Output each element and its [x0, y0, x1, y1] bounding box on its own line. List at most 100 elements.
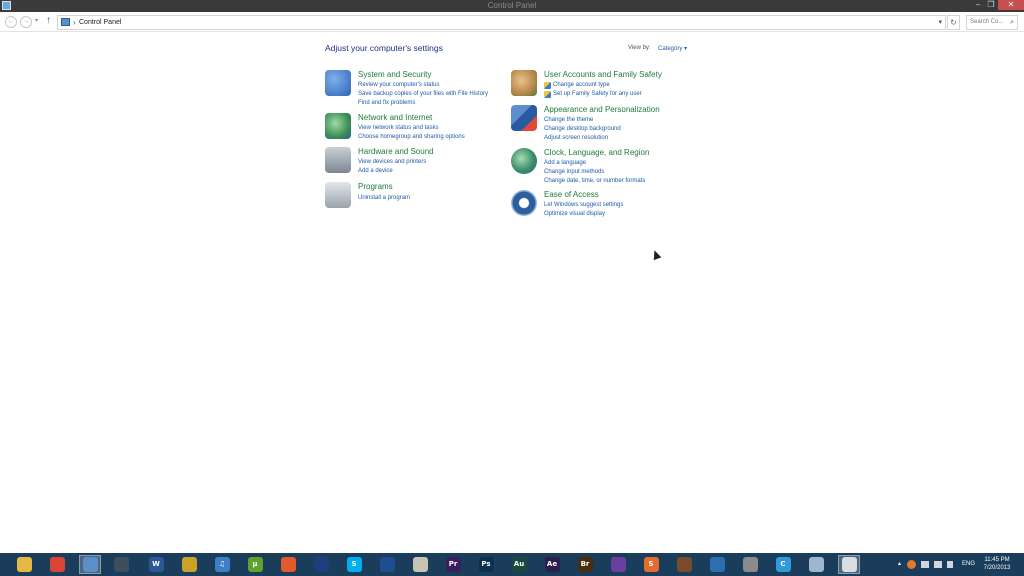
breadcrumb-separator[interactable]: › — [73, 16, 76, 29]
taskbar-app-app-orange[interactable] — [277, 555, 299, 574]
category-link[interactable]: Choose homegroup and sharing options — [358, 134, 465, 140]
category-link[interactable]: Adjust screen resolution — [544, 135, 608, 141]
taskbar-app-itunes[interactable]: ♫ — [211, 555, 233, 574]
taskbar-app-audition[interactable]: Au — [508, 555, 530, 574]
clock-globe-icon[interactable] — [511, 148, 537, 174]
address-bar[interactable]: › Control Panel ▾ — [57, 15, 946, 30]
notepad-icon — [808, 557, 824, 572]
taskbar-app-compass-app[interactable] — [409, 555, 431, 574]
taskbar-app-sublime[interactable]: S — [640, 555, 662, 574]
category-link[interactable]: Add a device — [358, 168, 393, 174]
users-icon[interactable] — [511, 70, 537, 96]
taskbar-app-chrome[interactable] — [46, 555, 68, 574]
category-link[interactable]: Change date, time, or number formats — [544, 178, 645, 184]
up-button[interactable]: ↑ — [46, 15, 51, 26]
breadcrumb-control-panel[interactable]: Control Panel — [79, 16, 121, 29]
recent-locations-dropdown[interactable]: ▾ — [35, 17, 38, 24]
category-link[interactable]: Change the theme — [544, 117, 593, 123]
window-title: Control Panel — [487, 1, 537, 10]
category-title[interactable]: System and Security — [358, 70, 431, 79]
taskbar-app-sketch-app[interactable] — [376, 555, 398, 574]
bridge-icon: Br — [577, 557, 593, 572]
category-link[interactable]: Change input methods — [544, 169, 604, 175]
taskbar-app-fl-studio[interactable] — [673, 555, 695, 574]
taskbar-app-window-app[interactable] — [838, 555, 860, 574]
ease-of-access-icon[interactable] — [511, 190, 537, 216]
tray-app-icon[interactable] — [907, 560, 916, 569]
category-link[interactable]: View devices and printers — [358, 159, 426, 165]
taskbar-app-file-explorer[interactable] — [13, 555, 35, 574]
page-title: Adjust your computer's settings — [325, 43, 443, 53]
taskbar-app-monitor-app[interactable] — [310, 555, 332, 574]
search-placeholder[interactable]: Search Co... — [970, 16, 1003, 29]
action-center-icon[interactable] — [921, 561, 929, 568]
taskbar-app-control-panel[interactable] — [79, 555, 101, 574]
view-by-dropdown[interactable]: Category ▾ — [658, 45, 687, 52]
equalizer-icon — [676, 557, 692, 572]
system-clock[interactable]: 11:45 PM 7/20/2013 — [982, 556, 1012, 572]
word-icon: W — [148, 557, 164, 572]
printer-speaker-icon[interactable] — [325, 147, 351, 173]
taskbar-app-photoshop[interactable]: Ps — [475, 555, 497, 574]
input-language[interactable]: ENG — [962, 553, 975, 576]
display-brush-icon[interactable] — [511, 105, 537, 131]
programs-icon[interactable] — [325, 182, 351, 208]
category-link[interactable]: View network status and tasks — [358, 125, 439, 131]
category-link[interactable]: Add a language — [544, 160, 586, 166]
taskbar-app-bridge[interactable]: Br — [574, 555, 596, 574]
back-button[interactable]: ← — [5, 16, 17, 28]
close-button[interactable]: ✕ — [998, 0, 1024, 10]
taskbar-app-butterfly-app[interactable] — [706, 555, 728, 574]
purple-app-icon — [610, 557, 626, 572]
pen-icon — [379, 557, 395, 572]
taskbar-app-premiere[interactable]: Pr — [442, 555, 464, 574]
category-link[interactable]: Uninstall a program — [358, 195, 410, 201]
chrome-icon — [49, 557, 65, 572]
category-title[interactable]: Hardware and Sound — [358, 147, 434, 156]
taskbar-app-steam[interactable] — [110, 555, 132, 574]
minimize-button[interactable]: – — [972, 0, 984, 10]
search-box[interactable]: Search Co... ⌕ — [966, 15, 1018, 30]
taskbar-app-calculator[interactable] — [178, 555, 200, 574]
category-link[interactable]: Change desktop background — [544, 126, 621, 132]
shield-icon[interactable] — [325, 70, 351, 96]
category-title[interactable]: Appearance and Personalization — [544, 105, 660, 114]
premiere-icon: Pr — [445, 557, 461, 572]
taskbar-app-utorrent[interactable]: µ — [244, 555, 266, 574]
search-icon[interactable]: ⌕ — [1010, 16, 1014, 29]
category-link[interactable]: Save backup copies of your files with Fi… — [358, 91, 488, 97]
category-link[interactable]: Change account type — [553, 82, 610, 88]
taskbar-app-word[interactable]: W — [145, 555, 167, 574]
category-link[interactable]: Review your computer's status — [358, 82, 440, 88]
itunes-icon: ♫ — [214, 557, 230, 572]
taskbar-app-gamepad-app[interactable] — [739, 555, 761, 574]
title-bar: Control Panel – ❐ ✕ — [0, 0, 1024, 12]
category-title[interactable]: Clock, Language, and Region — [544, 148, 649, 157]
orange-circle-icon — [280, 557, 296, 572]
taskbar-app-c-app[interactable]: C — [772, 555, 794, 574]
category-title[interactable]: User Accounts and Family Safety — [544, 70, 662, 79]
category-link[interactable]: Set up Family Safety for any user — [553, 91, 642, 97]
control-panel-icon — [82, 557, 98, 572]
category-title[interactable]: Ease of Access — [544, 190, 599, 199]
category-link[interactable]: Let Windows suggest settings — [544, 202, 623, 208]
category-title[interactable]: Network and Internet — [358, 113, 432, 122]
maximize-button[interactable]: ❐ — [985, 0, 997, 10]
taskbar-app-vs-app[interactable] — [607, 555, 629, 574]
network-icon[interactable] — [934, 561, 942, 568]
taskbar-app-skype[interactable]: S — [343, 555, 365, 574]
taskbar: W ♫ µ S Pr Ps Au Ae Br S C ▴ ENG 11:45 PM 7/20/201… — [0, 553, 1024, 576]
category-link[interactable]: Find and fix problems — [358, 100, 415, 106]
tray-overflow-button[interactable]: ▴ — [898, 553, 901, 576]
refresh-button[interactable]: ↻ — [947, 15, 960, 30]
taskbar-app-notepad-app[interactable] — [805, 555, 827, 574]
forward-button[interactable]: → — [20, 16, 32, 28]
globe-network-icon[interactable] — [325, 113, 351, 139]
volume-icon[interactable] — [947, 561, 953, 568]
category-title[interactable]: Programs — [358, 182, 393, 191]
address-dropdown-button[interactable]: ▾ — [938, 16, 942, 29]
taskbar-app-after-effects[interactable]: Ae — [541, 555, 563, 574]
category-link[interactable]: Optimize visual display — [544, 211, 605, 217]
after-effects-icon: Ae — [544, 557, 560, 572]
uac-shield-icon — [544, 91, 551, 98]
